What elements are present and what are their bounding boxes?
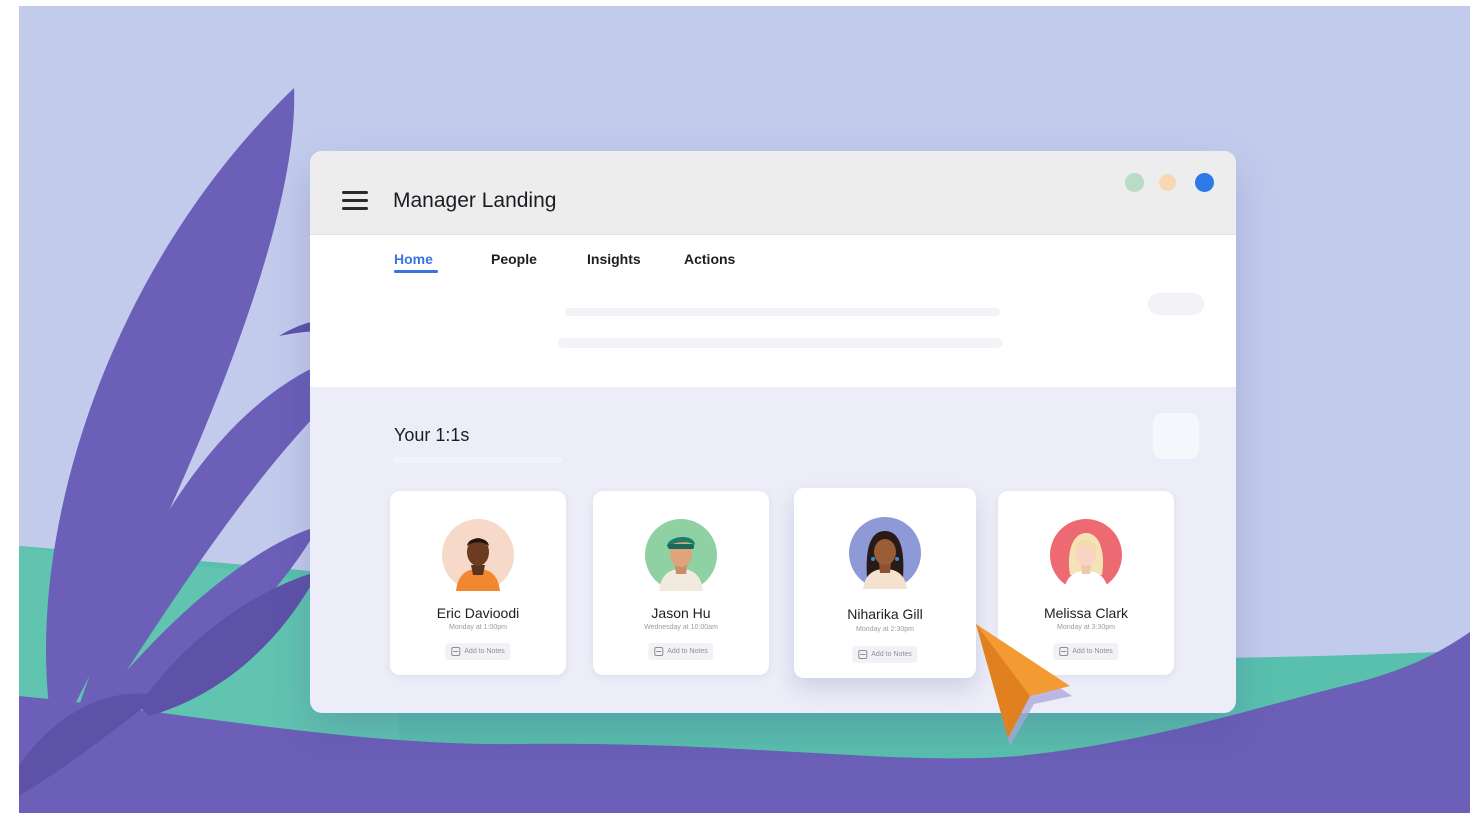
placeholder-line [565,308,1000,316]
add-to-notes-label: Add to Notes [667,648,708,655]
tab-home[interactable]: Home [394,251,433,267]
notes-icon [451,647,461,656]
person-name: Eric Davioodi [436,605,520,621]
window-control-blue[interactable] [1195,173,1214,192]
person-card-eric[interactable]: Eric Davioodi Monday at 1:00pm Add to No… [390,491,566,675]
window-control-yellow[interactable] [1159,174,1176,191]
tab-actions[interactable]: Actions [684,251,735,267]
title-bar: Manager Landing [310,151,1236,235]
nav-tabs: Home People Insights Actions [310,235,1236,387]
pointer-cursor-icon [976,624,1072,746]
person-card-niharika[interactable]: Niharika Gill Monday at 2:30pm Add to No… [794,488,976,678]
meeting-time: Monday at 2:30pm [856,626,914,633]
meeting-time: Wednesday at 10:00am [644,624,718,631]
avatar [849,517,921,589]
add-to-notes-button[interactable]: Add to Notes [852,646,918,663]
avatar [645,519,717,591]
person-name: Jason Hu [651,605,711,621]
active-tab-indicator [394,270,438,273]
add-to-notes-label: Add to Notes [871,651,912,658]
tab-insights[interactable]: Insights [587,251,641,267]
person-card-jason[interactable]: Jason Hu Wednesday at 10:00am Add to Not… [593,491,769,675]
page-title: Manager Landing [393,189,557,212]
section-subtitle-placeholder [394,457,562,463]
menu-icon[interactable] [342,191,368,211]
illustration-scene: Manager Landing Home People Insights Act… [19,6,1470,813]
person-name: Niharika Gill [847,606,923,622]
add-to-notes-label: Add to Notes [464,648,505,655]
meeting-time: Monday at 1:00pm [449,624,507,631]
section-title: Your 1:1s [394,425,470,445]
section-action-button[interactable] [1153,413,1199,459]
window-control-green[interactable] [1125,173,1144,192]
placeholder-line [558,338,1003,348]
add-to-notes-button[interactable]: Add to Notes [445,643,511,660]
placeholder-pill [1148,293,1204,315]
add-to-notes-button[interactable]: Add to Notes [648,643,714,660]
notes-icon [654,647,664,656]
notes-icon [858,650,868,659]
avatar [442,519,514,591]
app-window: Manager Landing Home People Insights Act… [310,151,1236,713]
avatar [1050,519,1122,591]
tab-people[interactable]: People [491,251,537,267]
